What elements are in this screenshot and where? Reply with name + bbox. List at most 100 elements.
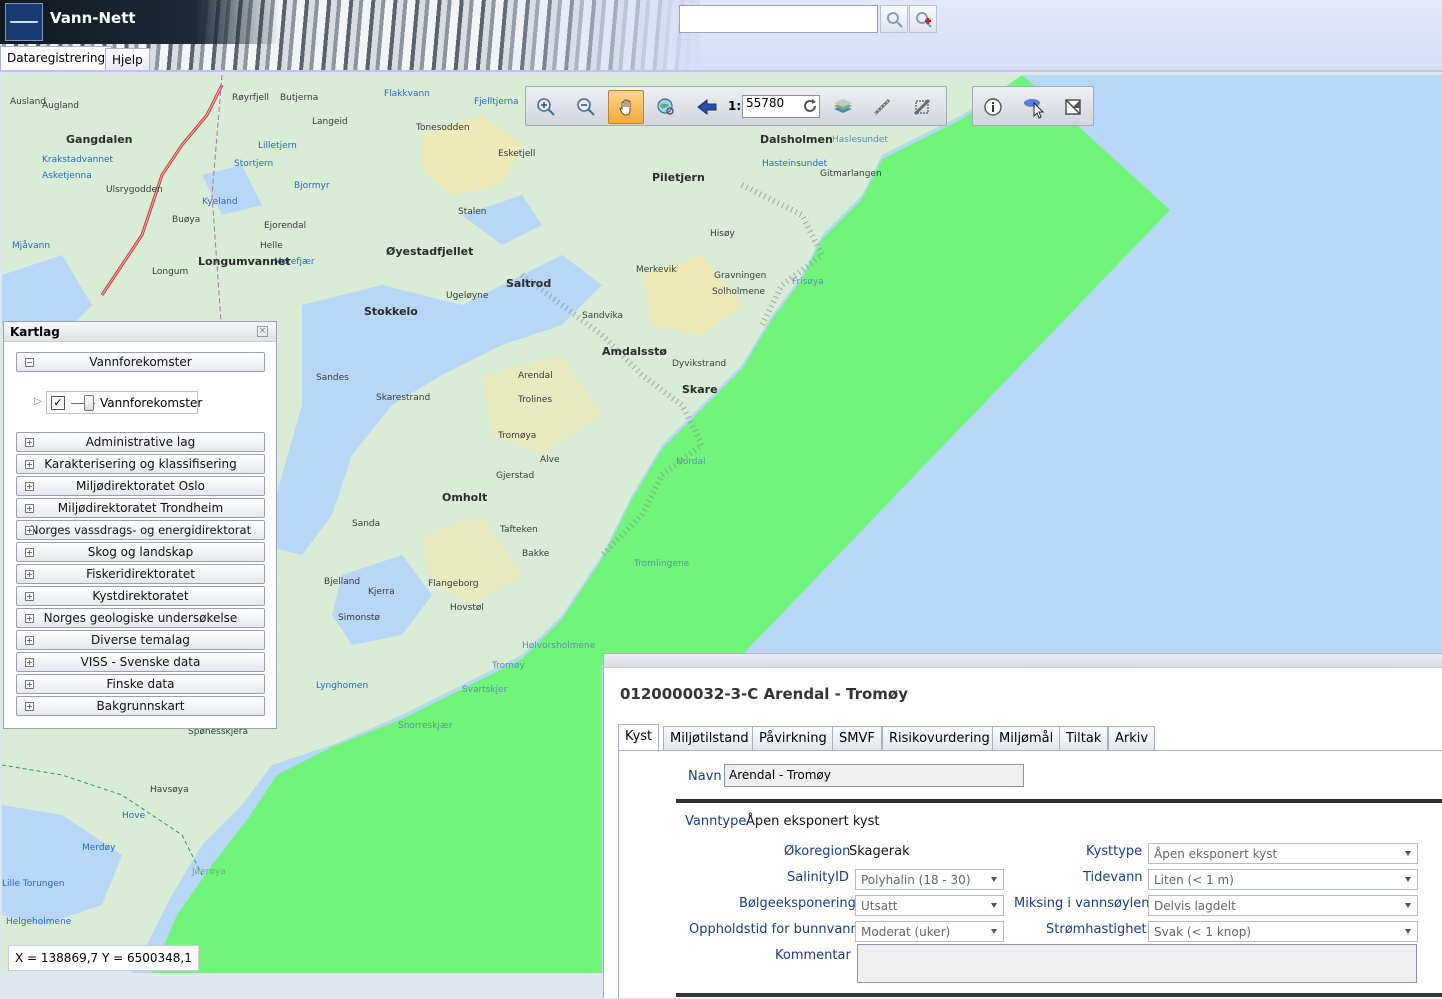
chevron-down-icon <box>1405 929 1411 934</box>
search-input[interactable] <box>679 5 878 33</box>
tab-miljomal[interactable]: Miljømål <box>992 726 1061 751</box>
layer-panel-header[interactable]: Kartlag × <box>4 322 276 342</box>
expand-icon[interactable]: + <box>25 680 34 689</box>
layer-group[interactable]: + Skog og landskap <box>16 542 265 562</box>
map-label: Tromlingene <box>634 559 690 569</box>
kysttype-select[interactable]: Åpen eksponert kyst <box>1148 843 1418 864</box>
tab-tiltak[interactable]: Tiltak <box>1059 726 1109 751</box>
coordinate-readout: X = 138869,7 Y = 6500348,1 <box>8 945 199 971</box>
layers-icon <box>834 99 852 113</box>
tab-hjelp[interactable]: Hjelp <box>105 48 150 71</box>
layer-visibility-checkbox[interactable]: ✓ <box>51 396 65 410</box>
salinity-select[interactable]: Polyhalin (18 - 30) <box>855 869 1004 890</box>
bolge-select[interactable]: Utsatt <box>855 895 1004 916</box>
opphold-select[interactable]: Moderat (uker) <box>855 921 1004 942</box>
expand-icon[interactable]: + <box>25 636 34 645</box>
map-label: Tafteken <box>500 525 538 535</box>
tab-arkiv[interactable]: Arkiv <box>1108 726 1156 751</box>
map-label: Gangdalen <box>66 133 133 146</box>
layer-group[interactable]: + Karakterisering og klassifisering <box>16 454 265 474</box>
expand-icon[interactable]: + <box>25 460 34 469</box>
layer-group[interactable]: + Miljødirektoratet Trondheim <box>16 498 265 518</box>
opacity-slider-handle[interactable] <box>84 395 94 411</box>
layer-group[interactable]: + Norges geologiske undersøkelse <box>16 608 265 628</box>
chevron-down-icon <box>991 929 997 934</box>
zoom-extent-button[interactable] <box>648 90 684 124</box>
tab-smvf[interactable]: SMVF <box>832 726 882 751</box>
collapse-icon[interactable]: − <box>25 358 34 367</box>
layer-group[interactable]: + Norges vassdrags- og energidirektorat <box>16 520 265 540</box>
select-feature-button[interactable] <box>1015 90 1051 124</box>
info-button[interactable] <box>975 90 1011 124</box>
clear-selection-button[interactable] <box>1055 90 1091 124</box>
map-label: Simonstø <box>338 613 380 623</box>
pan-button[interactable] <box>608 90 644 124</box>
strom-select[interactable]: Svak (< 1 knop) <box>1148 921 1418 942</box>
basemap-button[interactable] <box>824 90 860 124</box>
previous-extent-button[interactable] <box>688 90 724 124</box>
measure-area-button[interactable] <box>904 90 940 124</box>
layer-group[interactable]: + Administrative lag <box>16 432 265 452</box>
expand-icon[interactable]: + <box>25 482 34 491</box>
map-label: Stortjern <box>234 159 274 169</box>
vanntype-label: Vanntype <box>685 814 747 829</box>
layer-group[interactable]: + Kystdirektoratet <box>16 586 265 606</box>
tab-body-border <box>618 751 619 999</box>
map-label: Hisøy <box>710 229 735 239</box>
expand-icon[interactable]: + <box>25 658 34 667</box>
ruler-icon <box>873 98 891 116</box>
detail-panel-handle[interactable] <box>604 654 1442 668</box>
expand-icon[interactable]: + <box>25 702 34 711</box>
map-label: Fjelltjerna <box>474 97 519 107</box>
layer-group[interactable]: + Bakgrunnskart <box>16 696 265 716</box>
header-divider <box>0 70 1442 72</box>
layer-group-label: Fiskeridirektoratet <box>86 567 195 581</box>
salinity-label: SalinityID <box>787 870 849 885</box>
expand-icon[interactable]: + <box>25 526 34 535</box>
layer-group-label: Norges vassdrags- og energidirektorat <box>29 523 252 537</box>
map-label: Piletjern <box>652 171 705 184</box>
search-add-button[interactable] <box>909 5 937 33</box>
map-label: Ulsrygodden <box>106 185 163 195</box>
zoom-in-button[interactable] <box>528 90 564 124</box>
map-label: Skarestrand <box>376 393 431 403</box>
navn-field[interactable]: Arendal - Tromøy <box>724 764 1024 787</box>
app-title: Vann-Nett <box>50 9 136 27</box>
scale-refresh-button[interactable] <box>802 98 818 117</box>
expand-icon[interactable]: + <box>25 438 34 447</box>
measure-area-icon <box>913 98 931 116</box>
expand-arrow-icon[interactable]: ▷ <box>34 396 42 407</box>
tab-kyst[interactable]: Kyst <box>618 724 660 752</box>
expand-icon[interactable]: + <box>25 570 34 579</box>
kommentar-textarea[interactable] <box>857 944 1417 983</box>
layer-label: Vannforekomster <box>100 396 203 410</box>
miksing-select[interactable]: Delvis lagdelt <box>1148 895 1418 916</box>
back-arrow-icon <box>697 98 717 116</box>
chevron-down-icon <box>1405 903 1411 908</box>
map-label: Havsøya <box>150 785 189 795</box>
map-label: Lilletjern <box>258 141 297 151</box>
tab-risikovurdering[interactable]: Risikovurdering <box>882 726 997 751</box>
map-label: Merdøy <box>82 843 116 853</box>
layer-group[interactable]: + Finske data <box>16 674 265 694</box>
layer-group[interactable]: + VISS - Svenske data <box>16 652 265 672</box>
layer-group[interactable]: + Miljødirektoratet Oslo <box>16 476 265 496</box>
tab-pavirkning[interactable]: Påvirkning <box>752 726 834 751</box>
map-label: Røyrfjell <box>232 93 269 103</box>
layer-group-vannforekomster[interactable]: − Vannforekomster <box>16 352 265 372</box>
layer-group[interactable]: + Diverse temalag <box>16 630 265 650</box>
expand-icon[interactable]: + <box>25 592 34 601</box>
tidevann-select[interactable]: Liten (< 1 m) <box>1148 869 1418 890</box>
expand-icon[interactable]: + <box>25 614 34 623</box>
tab-miljotilstand[interactable]: Miljøtilstand <box>663 726 756 751</box>
expand-icon[interactable]: + <box>25 548 34 557</box>
expand-icon[interactable]: + <box>25 504 34 513</box>
tab-dataregistrering[interactable]: Dataregistrering <box>0 46 113 72</box>
measure-line-button[interactable] <box>864 90 900 124</box>
zoom-out-button[interactable] <box>568 90 604 124</box>
layer-group[interactable]: + Fiskeridirektoratet <box>16 564 265 584</box>
search-button[interactable] <box>880 5 908 33</box>
opphold-label: Oppholdstid for bunnvann <box>689 922 859 937</box>
close-icon[interactable]: × <box>257 326 268 337</box>
map-label: Solholmene <box>712 287 765 297</box>
